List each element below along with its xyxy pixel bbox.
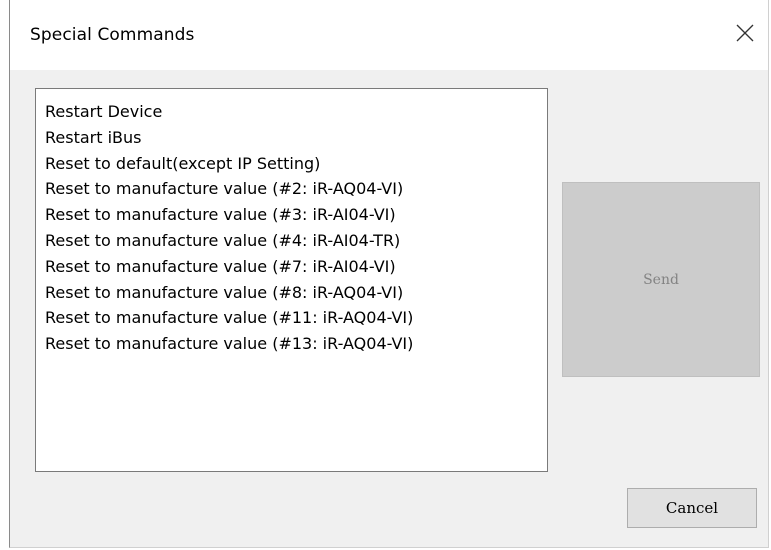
list-item[interactable]: Reset to manufacture value (#4: iR-AI04-… bbox=[45, 228, 547, 254]
close-icon bbox=[736, 24, 754, 42]
list-item[interactable]: Reset to manufacture value (#3: iR-AI04-… bbox=[45, 202, 547, 228]
list-item[interactable]: Reset to manufacture value (#11: iR-AQ04… bbox=[45, 305, 547, 331]
list-item[interactable]: Reset to default(except IP Setting) bbox=[45, 151, 547, 177]
list-item[interactable]: Reset to manufacture value (#8: iR-AQ04-… bbox=[45, 280, 547, 306]
list-item[interactable]: Restart Device bbox=[45, 99, 547, 125]
title-bar: Special Commands bbox=[10, 0, 768, 71]
special-commands-dialog: Special Commands Restart Device Restart … bbox=[9, 0, 769, 548]
list-item[interactable]: Reset to manufacture value (#7: iR-AI04-… bbox=[45, 254, 547, 280]
commands-listbox[interactable]: Restart Device Restart iBus Reset to def… bbox=[35, 88, 548, 472]
list-item[interactable]: Reset to manufacture value (#2: iR-AQ04-… bbox=[45, 176, 547, 202]
list-item[interactable]: Restart iBus bbox=[45, 125, 547, 151]
cancel-button[interactable]: Cancel bbox=[627, 488, 757, 528]
list-item[interactable]: Reset to manufacture value (#13: iR-AQ04… bbox=[45, 331, 547, 357]
dialog-title: Special Commands bbox=[30, 25, 195, 45]
send-button[interactable]: Send bbox=[562, 182, 760, 377]
close-button[interactable] bbox=[722, 10, 768, 56]
commands-list: Restart Device Restart iBus Reset to def… bbox=[36, 89, 547, 357]
